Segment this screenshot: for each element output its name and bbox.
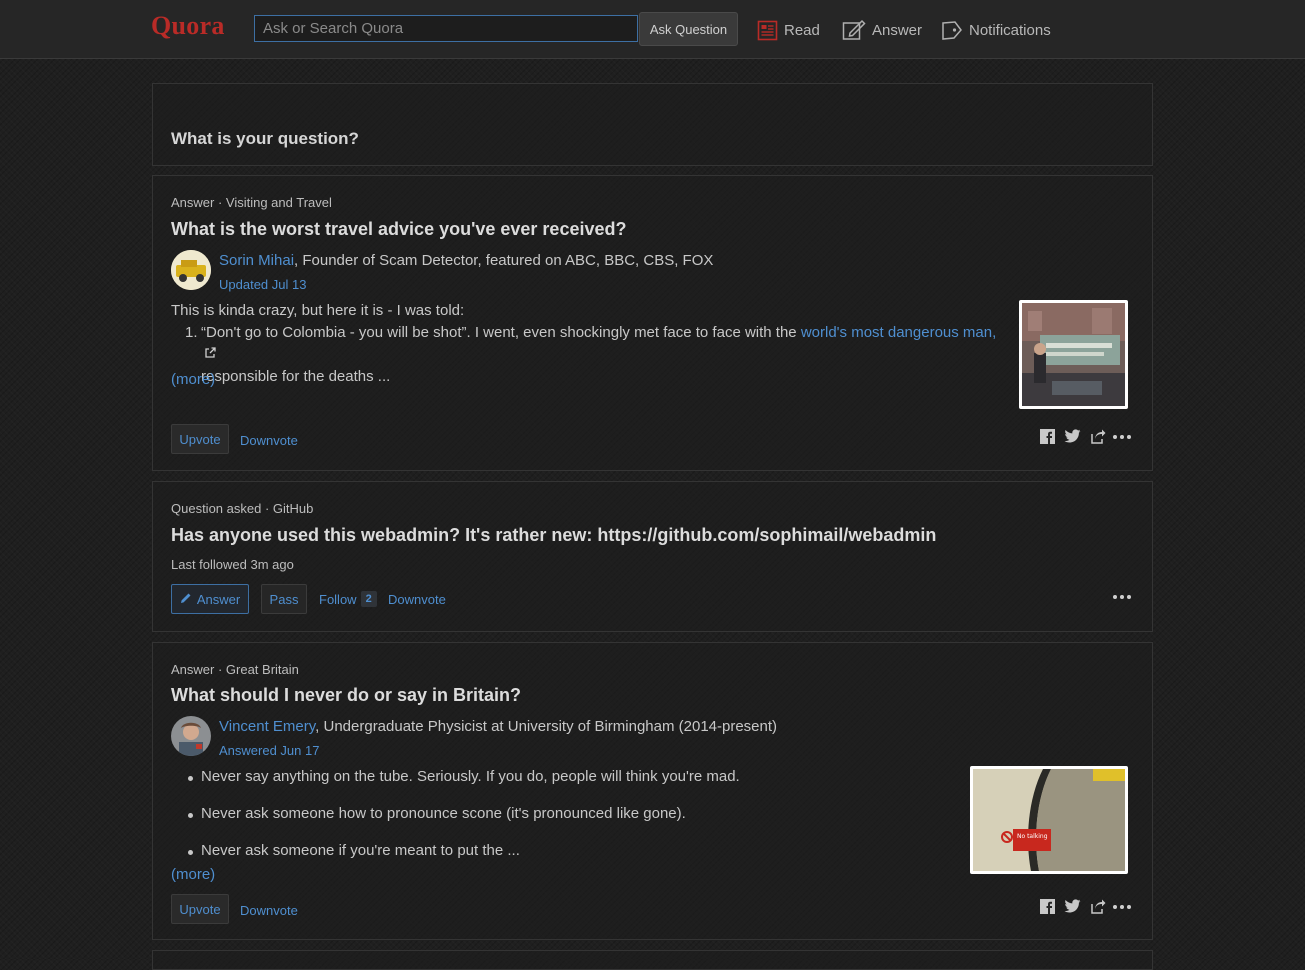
answer-date-link[interactable]: Answered Jun 17 bbox=[219, 743, 319, 758]
downvote-button[interactable]: Downvote bbox=[388, 592, 446, 607]
author-line: Vincent Emery, Undergraduate Physicist a… bbox=[219, 718, 777, 735]
facebook-icon[interactable] bbox=[1040, 899, 1055, 919]
share-row bbox=[1040, 429, 1106, 449]
feed-item-question: Question asked · GitHub Has anyone used … bbox=[152, 481, 1153, 632]
nav-read[interactable]: Read bbox=[757, 17, 820, 43]
tube-sign-photo-icon: No talking bbox=[973, 769, 1125, 871]
top-navigation-bar: Quora Ask Question Read Answer bbox=[0, 0, 1305, 59]
list-item-text: “Don't go to Colombia - you will be shot… bbox=[201, 324, 801, 341]
notifications-icon bbox=[941, 19, 963, 41]
ask-question-card[interactable]: What is your question? bbox=[152, 83, 1153, 166]
question-prompt[interactable]: What is your question? bbox=[171, 129, 359, 149]
twitter-icon[interactable] bbox=[1064, 899, 1081, 919]
question-title[interactable]: What should I never do or say in Britain… bbox=[171, 685, 521, 706]
ask-question-button[interactable]: Ask Question bbox=[639, 12, 738, 46]
pencil-square-icon bbox=[842, 18, 866, 42]
search-input[interactable] bbox=[254, 15, 638, 42]
feed-item-next bbox=[152, 950, 1153, 970]
author-avatar[interactable] bbox=[171, 250, 211, 290]
answer-thumbnail[interactable]: No talking bbox=[970, 766, 1128, 874]
follow-label: Follow bbox=[319, 591, 357, 607]
feed-item-answer: Answer · Great Britain What should I nev… bbox=[152, 642, 1153, 940]
nav-notifications-label: Notifications bbox=[969, 21, 1051, 39]
feed-item-meta: Question asked · GitHub bbox=[171, 501, 314, 516]
street-mural-photo-icon bbox=[1022, 303, 1125, 406]
list-item: Never ask someone if you're meant to put… bbox=[171, 840, 951, 862]
answer-button-label: Answer bbox=[196, 591, 241, 607]
upvote-button[interactable]: Upvote bbox=[171, 894, 229, 924]
feed-item-meta: Answer · Great Britain bbox=[171, 662, 299, 677]
answer-button[interactable]: Answer bbox=[171, 584, 249, 614]
author-credential: , Undergraduate Physicist at University … bbox=[315, 718, 778, 735]
sign-text: No talking bbox=[1017, 833, 1048, 840]
answer-date-link[interactable]: Updated Jul 13 bbox=[219, 277, 306, 292]
external-link-icon bbox=[204, 344, 216, 366]
follow-count-badge: 2 bbox=[360, 591, 377, 607]
read-icon bbox=[757, 20, 778, 41]
list-item: Never say anything on the tube. Seriousl… bbox=[171, 766, 951, 788]
downvote-button[interactable]: Downvote bbox=[240, 433, 298, 448]
nav-answer[interactable]: Answer bbox=[842, 17, 922, 43]
more-link[interactable]: (more) bbox=[171, 371, 215, 388]
facebook-icon[interactable] bbox=[1040, 429, 1055, 449]
answer-list-item: 1. “Don't go to Colombia - you will be s… bbox=[171, 322, 1001, 388]
share-icon[interactable] bbox=[1090, 899, 1106, 919]
twitter-icon[interactable] bbox=[1064, 429, 1081, 449]
answer-thumbnail[interactable] bbox=[1019, 300, 1128, 409]
feed-item-answer: Answer · Visiting and Travel What is the… bbox=[152, 175, 1153, 471]
feed-item-meta: Answer · Visiting and Travel bbox=[171, 195, 332, 210]
pencil-icon bbox=[180, 592, 192, 607]
author-name-link[interactable]: Vincent Emery bbox=[219, 718, 315, 735]
inline-link[interactable]: world's most dangerous man, bbox=[801, 324, 996, 341]
answer-intro: This is kinda crazy, but here it is - I … bbox=[171, 302, 465, 319]
list-item-text-continued: responsible for the deaths ... bbox=[201, 368, 391, 386]
more-options-icon[interactable] bbox=[1113, 595, 1131, 599]
list-number: 1. bbox=[185, 324, 198, 341]
follow-button[interactable]: Follow 2 bbox=[319, 591, 377, 607]
author-line: Sorin Mihai, Founder of Scam Detector, f… bbox=[219, 252, 713, 269]
downvote-button[interactable]: Downvote bbox=[240, 903, 298, 918]
author-avatar[interactable] bbox=[171, 716, 211, 756]
more-options-icon[interactable] bbox=[1113, 905, 1131, 909]
last-followed-text: Last followed 3m ago bbox=[171, 557, 294, 572]
share-row bbox=[1040, 899, 1106, 919]
question-title[interactable]: Has anyone used this webadmin? It's rath… bbox=[171, 525, 936, 546]
nav-answer-label: Answer bbox=[872, 21, 923, 39]
pass-button[interactable]: Pass bbox=[261, 584, 307, 614]
nav-read-label: Read bbox=[784, 21, 820, 39]
author-name-link[interactable]: Sorin Mihai bbox=[219, 252, 294, 269]
answer-preview[interactable]: This is kinda crazy, but here it is - I … bbox=[171, 300, 1001, 388]
more-options-icon[interactable] bbox=[1113, 435, 1131, 439]
share-icon[interactable] bbox=[1090, 429, 1106, 449]
quora-logo[interactable]: Quora bbox=[151, 11, 225, 41]
author-credential: , Founder of Scam Detector, featured on … bbox=[294, 252, 714, 269]
answer-bullet-list: Never say anything on the tube. Seriousl… bbox=[171, 766, 951, 862]
nav-notifications[interactable]: Notifications bbox=[941, 17, 1051, 43]
list-item: Never ask someone how to pronounce scone… bbox=[171, 803, 951, 825]
upvote-button[interactable]: Upvote bbox=[171, 424, 229, 454]
more-link[interactable]: (more) bbox=[171, 866, 215, 883]
answer-preview[interactable]: Never say anything on the tube. Seriousl… bbox=[171, 766, 951, 862]
question-title[interactable]: What is the worst travel advice you've e… bbox=[171, 219, 626, 240]
